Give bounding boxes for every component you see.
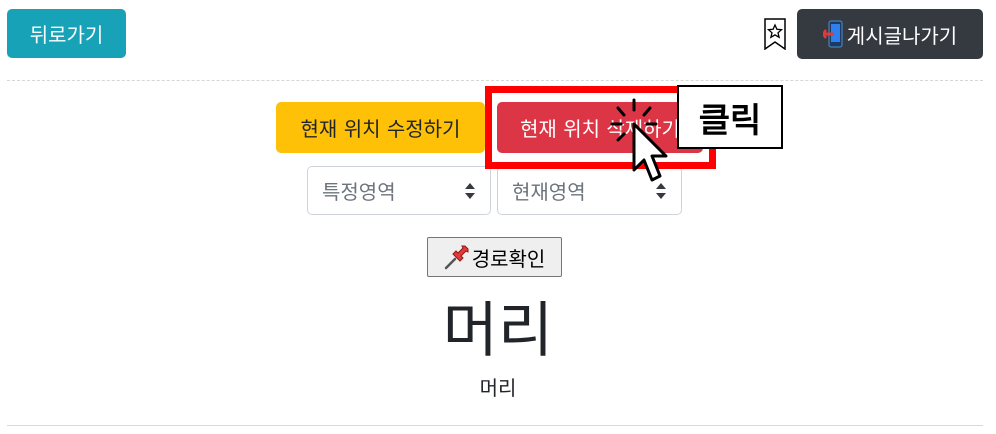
page-title: 머리 — [442, 296, 554, 366]
bookmark-star-icon[interactable] — [764, 18, 786, 50]
pushpin-icon — [444, 245, 469, 270]
mouse-pointer-icon — [610, 98, 668, 182]
content-divider — [7, 425, 983, 426]
route-check-label: 경로확인 — [471, 246, 546, 271]
route-check-button[interactable]: 경로확인 — [427, 237, 562, 277]
mobile-exit-icon — [822, 20, 843, 48]
area-select-value: 특정영역 — [322, 180, 396, 204]
click-annotation-label: 클릭 — [677, 85, 783, 149]
area-select[interactable]: 특정영역 — [307, 166, 491, 215]
exit-post-button[interactable]: 게시글나가기 — [797, 9, 983, 59]
page-subtitle: 머리 — [479, 376, 517, 400]
edit-location-button[interactable]: 현재 위치 수정하기 — [276, 102, 485, 153]
header-divider — [7, 80, 983, 81]
select-caret-icon — [465, 183, 475, 199]
back-button[interactable]: 뒤로가기 — [7, 9, 126, 58]
exit-post-label: 게시글나가기 — [846, 23, 958, 48]
current-area-select-value: 현재영역 — [512, 180, 586, 204]
